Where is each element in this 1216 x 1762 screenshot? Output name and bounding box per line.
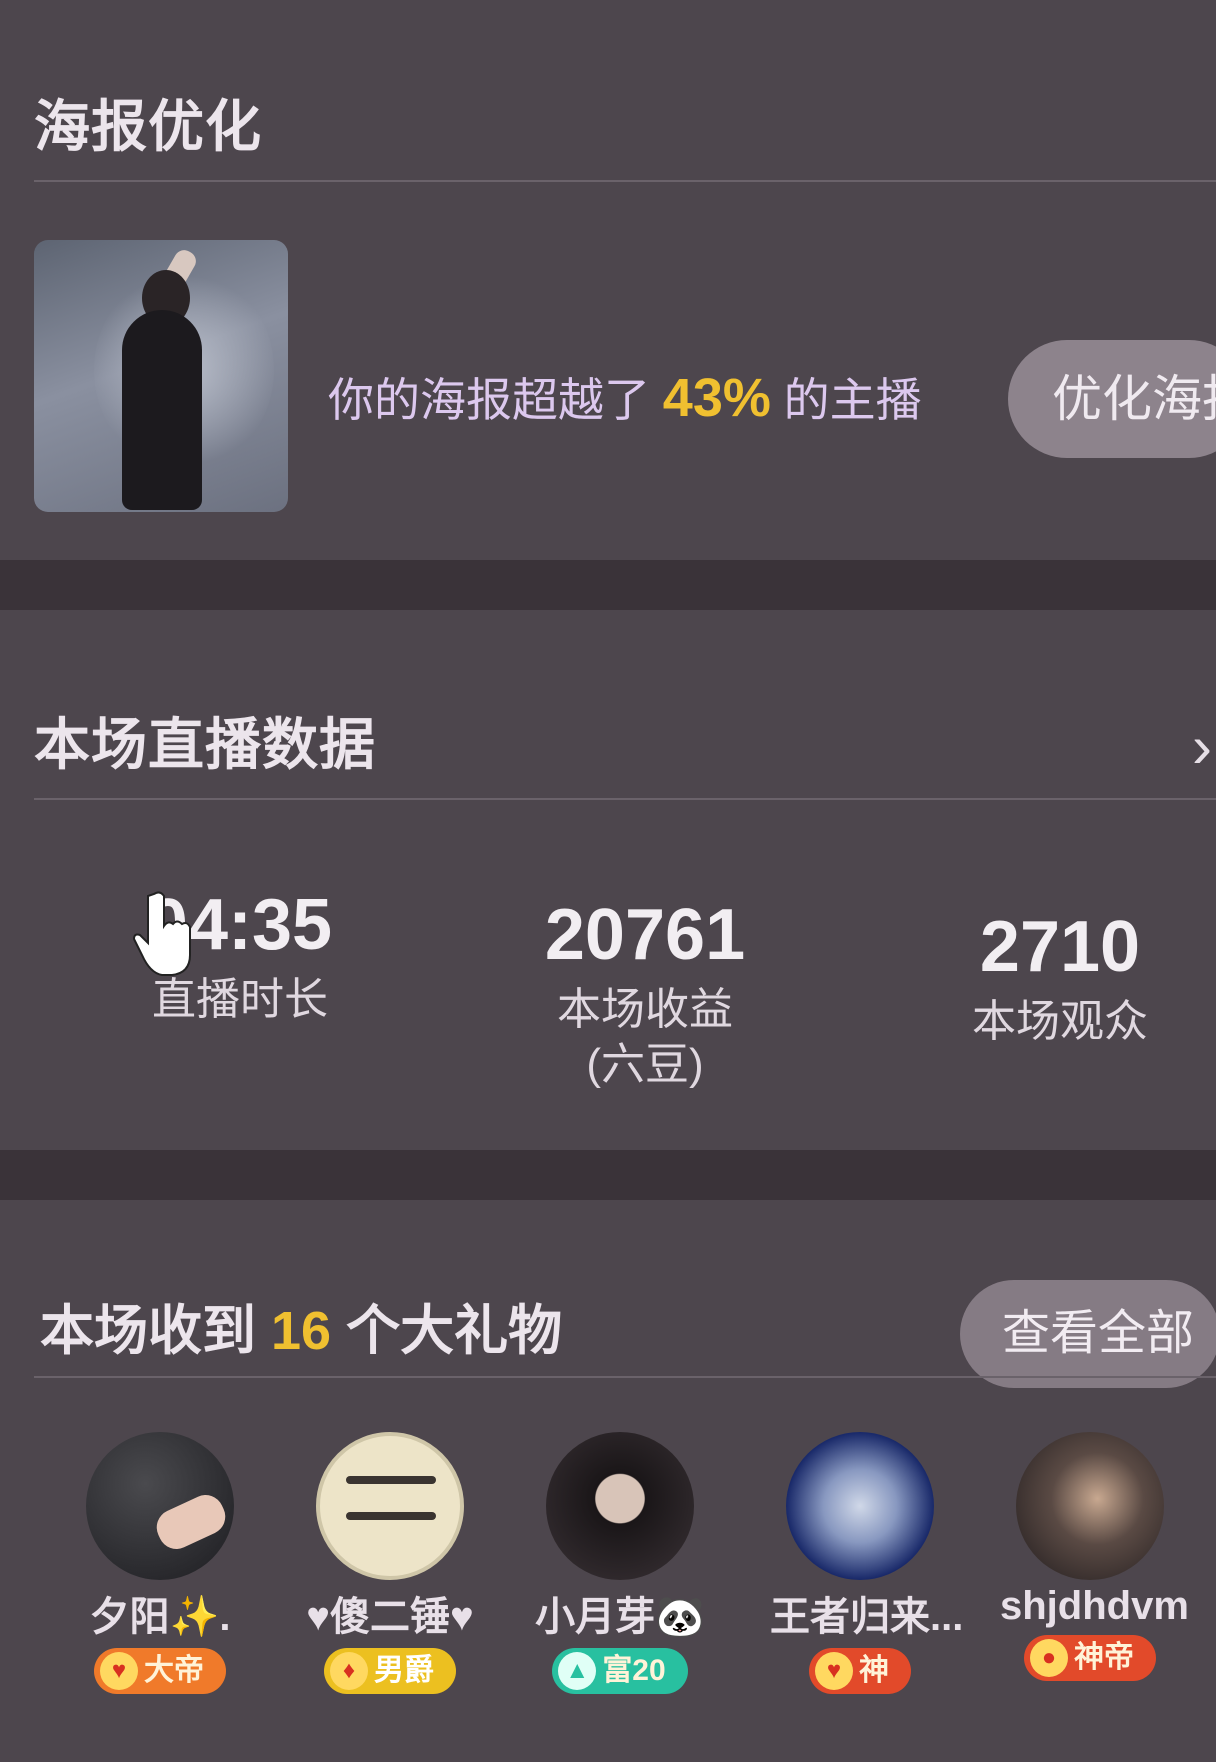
gifts-title-suffix: 个大礼物 [346, 1301, 563, 1361]
poster-rank-percent: 43% [662, 368, 771, 428]
avatar[interactable] [1016, 1432, 1164, 1580]
level-badge: ♥ 神 [809, 1648, 911, 1694]
poster-section-title: 海报优化 [34, 95, 262, 158]
chevron-right-icon[interactable]: › [1192, 712, 1212, 781]
optimize-poster-button[interactable]: 优化海报 [1008, 340, 1216, 458]
level-badge: ● 神帝 [1024, 1635, 1156, 1681]
stat-revenue: 20761 本场收益 (六豆) [500, 894, 790, 1092]
heart-badge-icon: ♥ [100, 1652, 138, 1690]
avatar[interactable] [786, 1432, 934, 1580]
gifts-title-prefix: 本场收到 [40, 1301, 256, 1361]
level-badge: ▲ 富20 [552, 1648, 688, 1694]
stat-viewers: 2710 本场观众 [930, 906, 1190, 1049]
poster-rank-prefix: 你的海报超越了 [328, 374, 650, 426]
gift-user[interactable]: 夕阳✨. ♥ 大帝 [70, 1432, 250, 1694]
live-stats-title: 本场直播数据 [34, 713, 376, 776]
stat-revenue-unit: (六豆) [586, 1040, 704, 1089]
gifts-count: 16 [271, 1301, 332, 1361]
user-name: 夕阳✨. [89, 1595, 231, 1639]
poster-rank-suffix: 的主播 [783, 374, 922, 426]
poster-rank-text: 你的海报超越了 43% 的主播 [328, 364, 922, 430]
crown-badge-icon: ♦ [330, 1652, 368, 1690]
section-gap [0, 560, 1216, 610]
divider [34, 1376, 1216, 1378]
stat-viewers-value: 2710 [979, 907, 1141, 987]
level-badge-label: 男爵 [374, 1654, 434, 1687]
divider [34, 180, 1216, 182]
user-name: 王者归来... [770, 1595, 964, 1639]
level-badge-label: 神帝 [1074, 1641, 1134, 1674]
stat-viewers-label: 本场观众 [972, 997, 1148, 1046]
stat-duration-label: 直播时长 [152, 975, 328, 1024]
gift-user[interactable]: 王者归来... ♥ 神 [770, 1432, 964, 1694]
level-badge-label: 富20 [602, 1654, 666, 1687]
divider [34, 798, 1216, 800]
user-name: shjdhdvm [1000, 1584, 1189, 1628]
stat-revenue-value: 20761 [544, 895, 746, 975]
gift-user[interactable]: 小月芽🐼 ▲ 富20 [530, 1432, 710, 1694]
poster-thumbnail[interactable] [34, 240, 288, 512]
triangle-badge-icon: ▲ [558, 1652, 597, 1690]
avatar[interactable] [86, 1432, 234, 1580]
view-all-button[interactable]: 查看全部 [960, 1280, 1216, 1388]
coin-badge-icon: ● [1030, 1639, 1068, 1677]
hand-cursor-icon [132, 891, 191, 976]
level-badge: ♦ 男爵 [324, 1648, 456, 1694]
user-name: 小月芽🐼 [535, 1595, 705, 1639]
gifts-title: 本场收到 16 个大礼物 [40, 1286, 562, 1365]
gift-user[interactable]: shjdhdvm ● 神帝 [1000, 1432, 1189, 1681]
stat-revenue-label: 本场收益 [557, 985, 733, 1034]
level-badge: ♥ 大帝 [94, 1648, 226, 1694]
section-gap [0, 1150, 1216, 1200]
gift-user[interactable]: ♥傻二锤♥ ♦ 男爵 [300, 1432, 480, 1694]
level-badge-label: 大帝 [144, 1654, 204, 1687]
level-badge-label: 神 [859, 1654, 889, 1687]
avatar[interactable] [316, 1432, 464, 1580]
heart-badge-icon: ♥ [815, 1652, 853, 1690]
avatar[interactable] [546, 1432, 694, 1580]
user-name: ♥傻二锤♥ [306, 1595, 474, 1639]
